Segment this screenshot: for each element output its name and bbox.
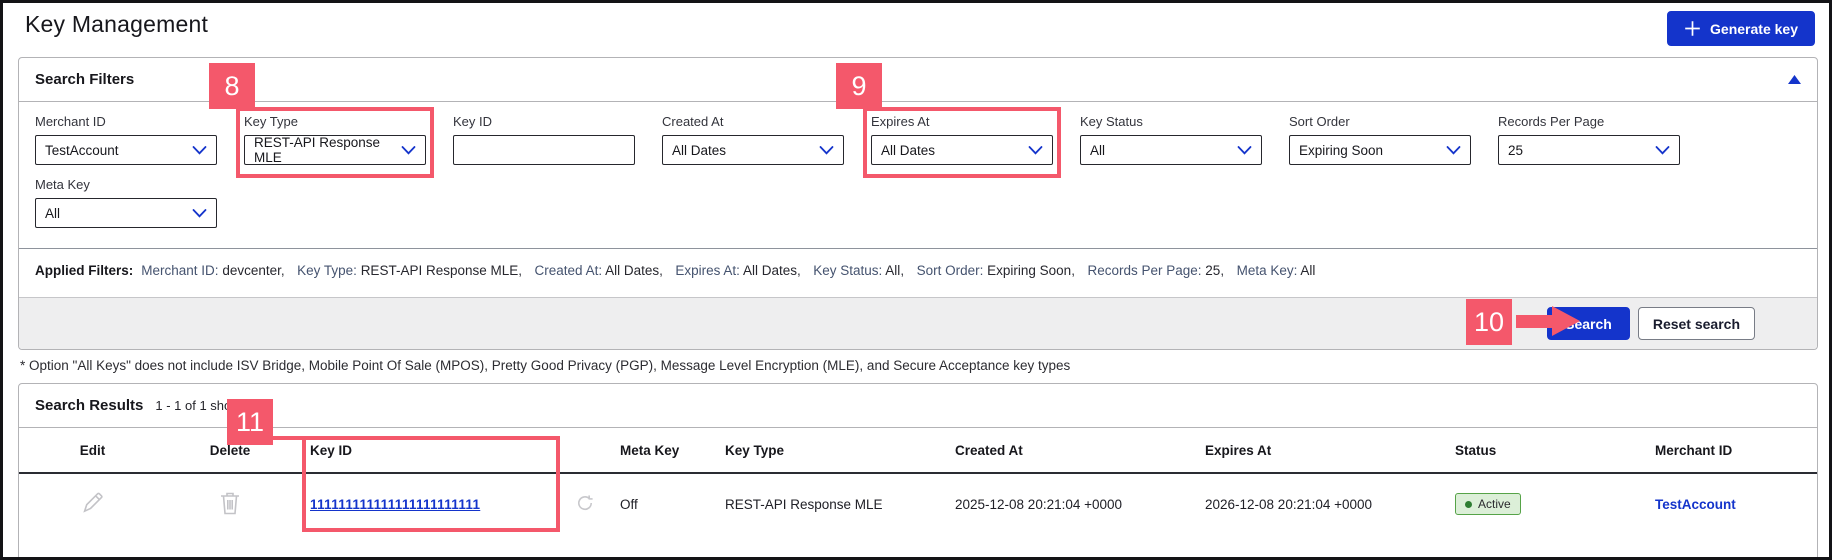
delete-icon[interactable] bbox=[218, 490, 242, 516]
col-edit: Edit bbox=[79, 442, 106, 458]
filter-key-status: Key Status All bbox=[1080, 114, 1262, 165]
chevron-down-icon bbox=[192, 143, 207, 158]
col-expires-at: Expires At bbox=[1205, 442, 1272, 458]
key-type-label: Key Type bbox=[244, 114, 298, 129]
search-results-title: Search Results bbox=[35, 397, 144, 414]
chevron-down-icon bbox=[401, 143, 416, 158]
filter-records-per-page: Records Per Page 25 bbox=[1498, 114, 1680, 165]
col-key-id: Key ID bbox=[310, 442, 353, 458]
cell-meta-key: Off bbox=[620, 496, 638, 512]
search-results-header: Search Results 1 - 1 of 1 shown bbox=[19, 384, 1817, 428]
merchant-id-link[interactable]: TestAccount bbox=[1655, 497, 1736, 512]
records-per-page-label: Records Per Page bbox=[1498, 114, 1605, 129]
col-merchant-id: Merchant ID bbox=[1655, 442, 1733, 458]
meta-key-label: Meta Key bbox=[35, 177, 90, 192]
collapse-caret-icon[interactable] bbox=[1788, 75, 1801, 84]
created-at-select[interactable]: All Dates bbox=[662, 135, 844, 165]
merchant-id-label: Merchant ID bbox=[35, 114, 106, 129]
top-bar: Key Management Generate key bbox=[0, 0, 1832, 55]
rotate-key-icon[interactable] bbox=[576, 494, 594, 512]
sort-order-label: Sort Order bbox=[1289, 114, 1350, 129]
sort-order-select[interactable]: Expiring Soon bbox=[1289, 135, 1471, 165]
key-type-select[interactable]: REST-API Response MLE bbox=[244, 135, 426, 165]
applied-filters: Applied Filters:Merchant IDdevcenterKey … bbox=[19, 249, 1817, 297]
records-per-page-select[interactable]: 25 bbox=[1498, 135, 1680, 165]
filter-meta-key: Meta Key All bbox=[35, 177, 217, 228]
filter-created-at: Created At All Dates bbox=[662, 114, 844, 165]
filter-sort-order: Sort Order Expiring Soon bbox=[1289, 114, 1471, 165]
filter-row-2: Meta Key All bbox=[19, 165, 1817, 228]
cell-expires-at: 2026-12-08 20:21:04 +0000 bbox=[1205, 496, 1373, 512]
col-meta-key: Meta Key bbox=[620, 442, 680, 458]
filter-key-type: Key Type REST-API Response MLE bbox=[244, 114, 426, 165]
search-filters-panel: Search Filters Merchant ID TestAccount K… bbox=[18, 57, 1818, 350]
search-results-panel: Search Results 1 - 1 of 1 shown Edit Del… bbox=[18, 383, 1818, 560]
all-keys-note: * Option "All Keys" does not include ISV… bbox=[20, 358, 1071, 373]
chevron-down-icon bbox=[1237, 143, 1252, 158]
generate-key-label: Generate key bbox=[1710, 20, 1798, 37]
chevron-down-icon bbox=[1446, 143, 1461, 158]
edit-icon[interactable] bbox=[80, 490, 105, 515]
status-badge: Active bbox=[1455, 493, 1521, 515]
key-status-select[interactable]: All bbox=[1080, 135, 1262, 165]
result-row: 111111111111111111111111 Off REST-API Re… bbox=[19, 474, 1817, 534]
filters-footer-bar: Search Reset search bbox=[19, 297, 1817, 349]
meta-key-select[interactable]: All bbox=[35, 198, 217, 228]
key-status-label: Key Status bbox=[1080, 114, 1143, 129]
key-management-screen: Key Management Generate key Search Filte… bbox=[0, 0, 1832, 560]
filter-row-1: Merchant ID TestAccount Key Type REST-AP… bbox=[19, 102, 1817, 165]
col-created-at: Created At bbox=[955, 442, 1023, 458]
filter-merchant-id: Merchant ID TestAccount bbox=[35, 114, 217, 165]
search-button[interactable]: Search bbox=[1547, 307, 1630, 340]
col-key-type: Key Type bbox=[725, 442, 785, 458]
filter-expires-at: Expires At All Dates bbox=[871, 114, 1053, 165]
cell-key-type: REST-API Response MLE bbox=[725, 496, 883, 512]
applied-filters-label: Applied Filters: bbox=[35, 263, 134, 278]
chevron-down-icon bbox=[192, 206, 207, 221]
col-delete: Delete bbox=[209, 442, 251, 458]
reset-search-button[interactable]: Reset search bbox=[1637, 307, 1755, 340]
generate-key-button[interactable]: Generate key bbox=[1667, 11, 1815, 46]
expires-at-select[interactable]: All Dates bbox=[871, 135, 1053, 165]
chevron-down-icon bbox=[1655, 143, 1670, 158]
chevron-down-icon bbox=[1028, 143, 1043, 158]
col-status: Status bbox=[1455, 442, 1497, 458]
chevron-down-icon bbox=[819, 143, 834, 158]
key-id-input[interactable] bbox=[453, 135, 635, 165]
results-table-header: Edit Delete Key ID Meta Key Key Type Cre… bbox=[19, 428, 1817, 474]
key-id-link[interactable]: 111111111111111111111111 bbox=[310, 497, 480, 512]
expires-at-label: Expires At bbox=[871, 114, 930, 129]
search-filters-title: Search Filters bbox=[35, 71, 135, 88]
results-table: Edit Delete Key ID Meta Key Key Type Cre… bbox=[19, 428, 1817, 534]
plus-icon bbox=[1684, 20, 1701, 37]
active-dot-icon bbox=[1465, 500, 1472, 508]
key-id-label: Key ID bbox=[453, 114, 493, 129]
result-count: 1 - 1 of 1 shown bbox=[155, 398, 248, 413]
filter-key-id: Key ID bbox=[453, 114, 635, 165]
page-title: Key Management bbox=[25, 11, 209, 37]
merchant-id-select[interactable]: TestAccount bbox=[35, 135, 217, 165]
cell-created-at: 2025-12-08 20:21:04 +0000 bbox=[955, 496, 1123, 512]
search-filters-header: Search Filters bbox=[19, 58, 1817, 102]
created-at-label: Created At bbox=[662, 114, 724, 129]
